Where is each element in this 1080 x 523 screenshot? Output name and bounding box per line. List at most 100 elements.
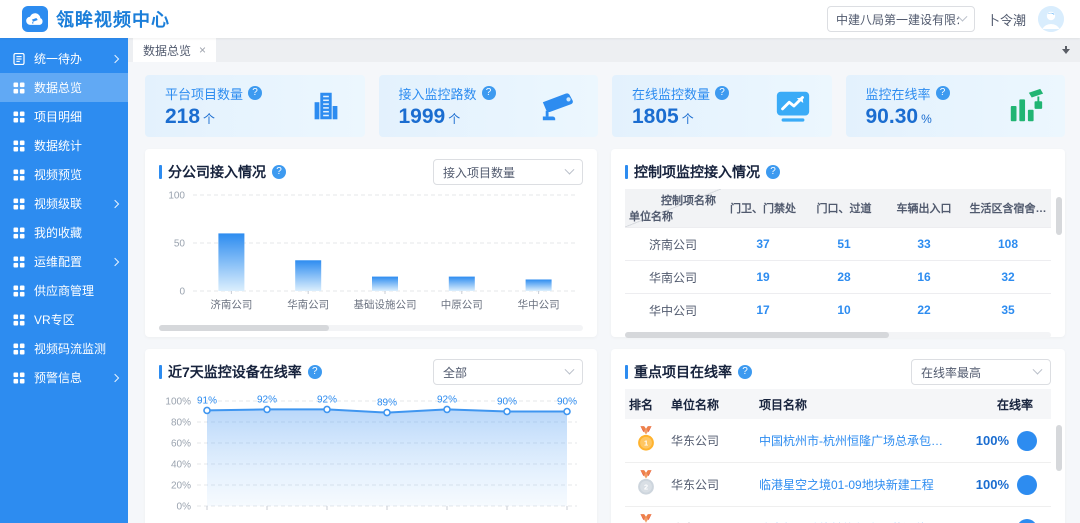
table-row: 济南公司375133108 (625, 227, 1051, 260)
monitor-count[interactable]: 108 (965, 228, 1051, 260)
dashboard-grid-icon (13, 227, 25, 239)
chevron-down-icon (958, 11, 968, 21)
building-icon (305, 86, 347, 126)
monitor-count[interactable]: 17 (721, 294, 805, 326)
help-icon[interactable] (738, 365, 752, 379)
help-icon[interactable] (482, 86, 496, 100)
svg-text:0%: 0% (177, 502, 192, 513)
monitor-count[interactable]: 37 (721, 228, 805, 260)
tab-list-dropdown-icon[interactable] (1062, 46, 1070, 54)
help-icon[interactable] (272, 165, 286, 179)
svg-text:92%: 92% (257, 394, 277, 405)
online-rate-cell: 100% (951, 475, 1051, 495)
sidebar-item-3[interactable]: 项目明细 (0, 102, 128, 131)
dashboard-grid-icon (13, 169, 25, 181)
monitor-count[interactable]: 35 (965, 294, 1051, 326)
title-accent-bar (625, 165, 628, 179)
project-name-link[interactable]: 临港星空之境01-09地块新建工程 (755, 476, 951, 493)
column-header: 排名 (625, 396, 667, 413)
online-rate-cell: 100% (951, 519, 1051, 523)
unit-name: 华东公司 (667, 432, 755, 449)
app-header: 瓴眸视频中心 中建八局第一建设有限公… 卜令潮 (0, 0, 1080, 38)
sidebar-item-6[interactable]: 视频级联 (0, 189, 128, 218)
stat-unit: 个 (448, 112, 460, 126)
panel-title: 分公司接入情况 (168, 162, 266, 182)
stat-card: 监控在线率90.30% (846, 75, 1066, 137)
column-header: 单位名称 (667, 396, 755, 413)
stat-unit: % (921, 112, 932, 126)
device-filter-select[interactable]: 全部 (433, 359, 583, 385)
svg-text:100: 100 (168, 191, 185, 202)
stat-value: 90.30 (866, 105, 919, 128)
online-rate-pie-icon (1017, 519, 1037, 523)
sidebar-item-7[interactable]: 我的收藏 (0, 218, 128, 247)
sidebar-item-9[interactable]: 供应商管理 (0, 276, 128, 305)
stat-unit: 个 (203, 112, 215, 126)
monitor-count[interactable]: 22 (883, 294, 965, 326)
sidebar-item-2[interactable]: 数据总览 (0, 73, 128, 102)
help-icon[interactable] (766, 165, 780, 179)
rank-medal-icon: 3 (625, 514, 667, 523)
user-avatar[interactable] (1038, 6, 1064, 32)
dashboard-grid-icon (13, 314, 25, 326)
branch-metric-select[interactable]: 接入项目数量 (433, 159, 583, 185)
dashboard-grid-icon (13, 198, 25, 210)
svg-text:100%: 100% (165, 397, 191, 408)
online-rate-value: 100% (976, 433, 1009, 448)
table-row: 2华东公司临港星空之境01-09地块新建工程100% (625, 463, 1051, 507)
monitor-count[interactable]: 32 (965, 261, 1051, 293)
stats-row: 平台项目数量218个接入监控路数1999个在线监控数量1805个监控在线率90.… (145, 75, 1065, 137)
monitor-count[interactable]: 19 (721, 261, 805, 293)
help-icon[interactable] (308, 365, 322, 379)
key-projects-table: 排名单位名称项目名称在线率1华东公司中国杭州市-杭州恒隆广场总承包（标段1）工程… (625, 389, 1051, 523)
close-icon[interactable]: × (199, 43, 206, 57)
vertical-scrollbar-thumb[interactable] (1056, 425, 1062, 471)
rank-medal-icon: 2 (625, 470, 667, 500)
stat-value: 218 (165, 105, 200, 128)
column-header: 车辆出入口 (883, 189, 965, 227)
vertical-scrollbar-thumb[interactable] (1056, 197, 1062, 235)
stat-card: 接入监控路数1999个 (379, 75, 599, 137)
sidebar-item-8[interactable]: 运维配置 (0, 247, 128, 276)
organization-select-value: 中建八局第一建设有限公… (836, 11, 959, 28)
help-icon[interactable] (715, 86, 729, 100)
username[interactable]: 卜令潮 (987, 10, 1026, 29)
table-header-row: 控制项名称单位名称门卫、门禁处门口、过道车辆出入口生活区含宿舍… (625, 189, 1051, 227)
panel-device-online: 近7天监控设备在线率 全部 100%80%60%40%20%0%91%92%92… (145, 349, 597, 523)
sidebar-item-11[interactable]: 视频码流监测 (0, 334, 128, 363)
organization-select[interactable]: 中建八局第一建设有限公… (827, 6, 975, 32)
online-rate-value: 100% (976, 477, 1009, 492)
chevron-down-icon (565, 364, 575, 374)
horizontal-scrollbar (159, 325, 583, 331)
monitor-count[interactable]: 16 (883, 261, 965, 293)
monitor-count[interactable]: 51 (805, 228, 883, 260)
sidebar-item-label: 视频级联 (34, 195, 112, 212)
stat-card: 在线监控数量1805个 (612, 75, 832, 137)
sidebar-item-1[interactable]: 统一待办 (0, 44, 128, 73)
stat-value: 1805 (632, 105, 679, 128)
sidebar-item-5[interactable]: 视频预览 (0, 160, 128, 189)
scrollbar-thumb[interactable] (625, 332, 889, 338)
unit-name: 华南公司 (625, 261, 721, 293)
monitor-count[interactable]: 10 (805, 294, 883, 326)
sidebar-item-label: 视频码流监测 (34, 340, 118, 357)
sidebar-item-label: 视频预览 (34, 166, 118, 183)
help-icon[interactable] (248, 86, 262, 100)
projects-sort-select[interactable]: 在线率最高 (911, 359, 1051, 385)
sidebar-item-12[interactable]: 预警信息 (0, 363, 128, 392)
monitor-count[interactable]: 33 (883, 228, 965, 260)
table-header-row: 排名单位名称项目名称在线率 (625, 389, 1051, 419)
sidebar: 统一待办数据总览项目明细数据统计视频预览视频级联我的收藏运维配置供应商管理VR专… (0, 38, 128, 523)
sidebar-item-4[interactable]: 数据统计 (0, 131, 128, 160)
cctv-camera-icon (538, 86, 580, 126)
sidebar-item-10[interactable]: VR专区 (0, 305, 128, 334)
project-name-link[interactable]: 中国杭州市-杭州恒隆广场总承包（标段1）工程 (755, 432, 951, 449)
column-header: 生活区含宿舍… (965, 189, 1051, 227)
dashboard-grid-icon (13, 256, 25, 268)
panel-title: 近7天监控设备在线率 (168, 362, 302, 382)
monitor-count[interactable]: 28 (805, 261, 883, 293)
tab-data-overview[interactable]: 数据总览 × (133, 38, 216, 62)
scrollbar-thumb[interactable] (159, 325, 329, 331)
help-icon[interactable] (936, 86, 950, 100)
stat-card: 平台项目数量218个 (145, 75, 365, 137)
